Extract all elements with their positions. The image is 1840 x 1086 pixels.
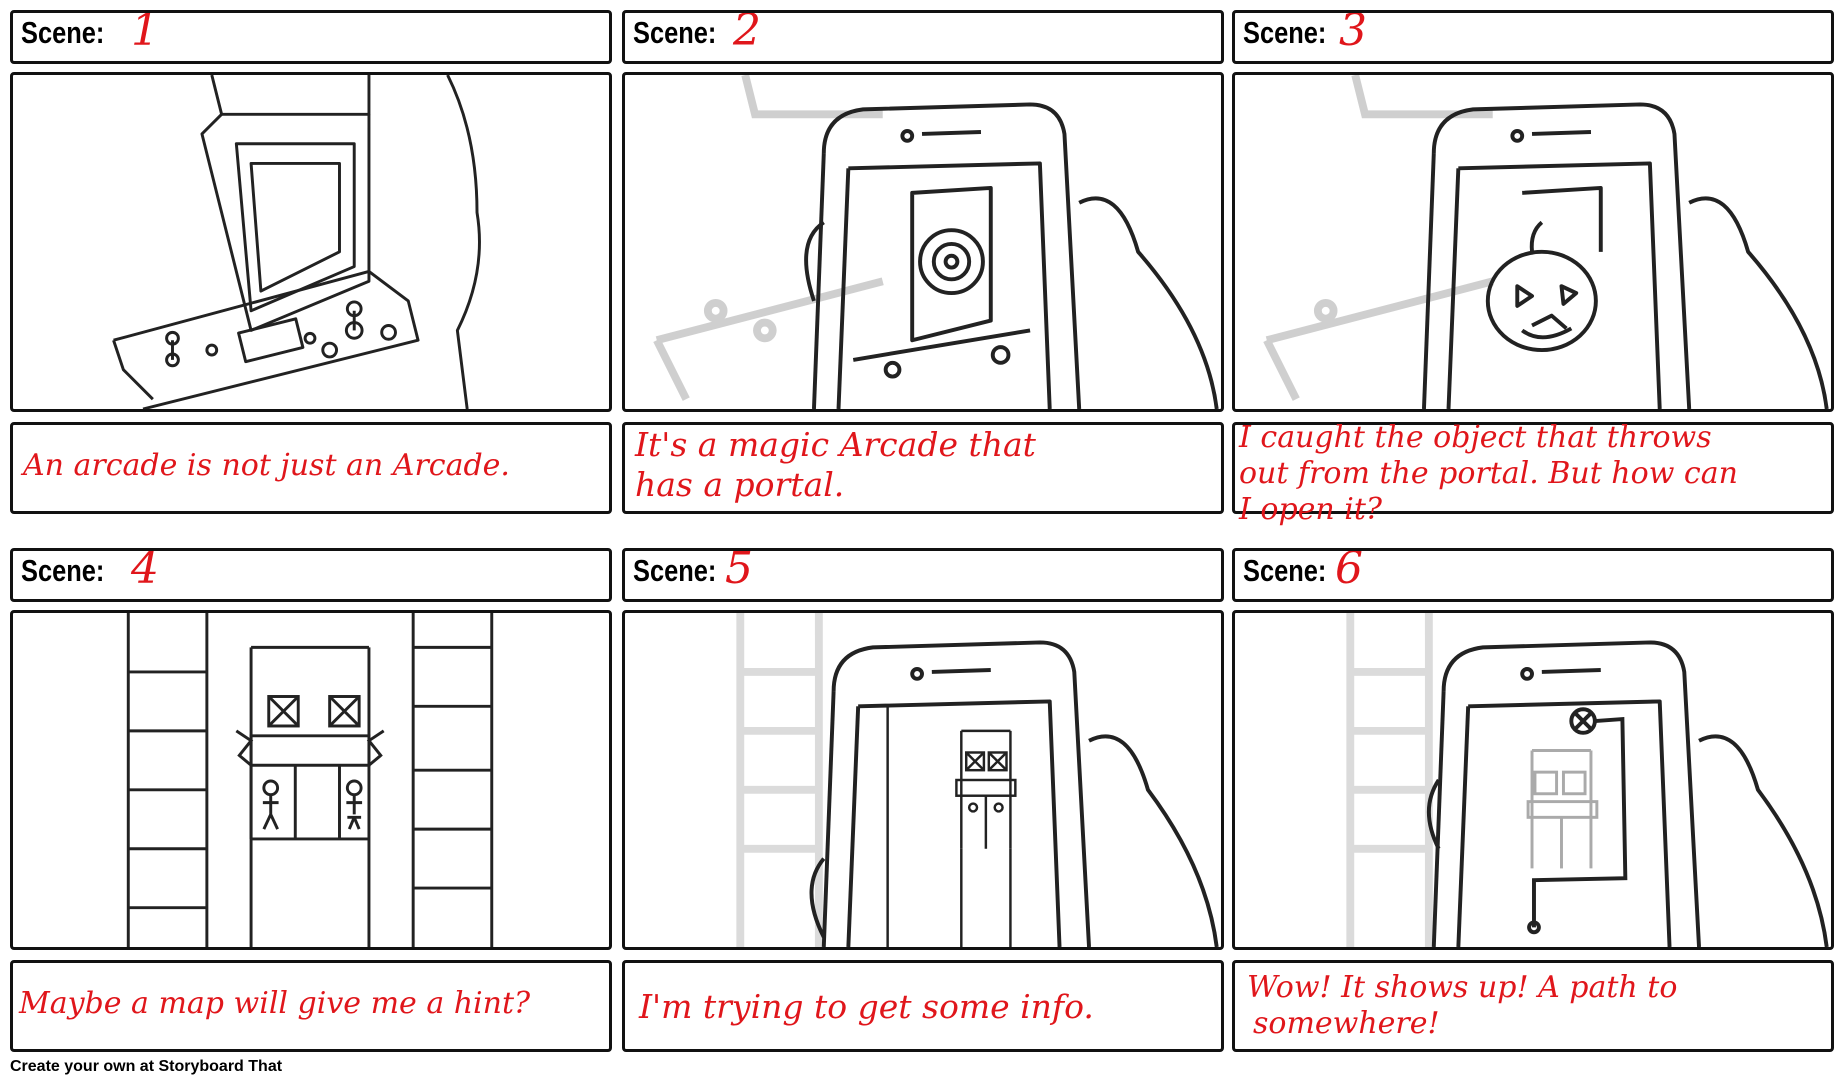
- scene-label: Scene:: [21, 15, 105, 50]
- map-sketch: [126, 613, 494, 947]
- scene-label: Scene:: [633, 15, 717, 50]
- scene-3-caption: I caught the object that throws out from…: [1232, 420, 1834, 526]
- scene-5-caption: I'm trying to get some info.: [622, 960, 1224, 1052]
- scene-5-header: Scene: 5: [622, 548, 1224, 602]
- scene-3-image: [1232, 72, 1834, 412]
- phone-with-pumpkin-sketch: [1263, 75, 1829, 409]
- scene-label: Scene:: [1243, 15, 1327, 50]
- scene-1-image: [10, 72, 612, 412]
- scene-5-image: [622, 610, 1224, 950]
- caption-line: I open it?: [1239, 492, 1382, 527]
- caption-line: somewhere!: [1253, 1006, 1440, 1041]
- scene-number: 5: [725, 548, 753, 594]
- scene-label: Scene:: [1243, 553, 1327, 588]
- scene-3-header: Scene: 3: [1232, 10, 1834, 64]
- caption-line: It's a magic Arcade that: [635, 425, 1036, 464]
- scene-number: 6: [1335, 548, 1363, 594]
- scene-label: Scene:: [633, 553, 717, 588]
- scene-number: 4: [131, 548, 159, 594]
- scene-6-caption: Wow! It shows up! A path to somewhere!: [1232, 960, 1834, 1052]
- caption-line: Maybe a map will give me a hint?: [19, 986, 531, 1021]
- arcade-cabinet-sketch: [112, 75, 481, 409]
- scene-4-header: Scene: 4: [10, 548, 612, 602]
- phone-map-with-path-sketch: [1346, 613, 1829, 947]
- footer-credit[interactable]: Create your own at Storyboard That: [10, 1058, 282, 1076]
- caption-line: An arcade is not just an Arcade.: [23, 448, 510, 483]
- phone-viewing-arcade-sketch: [653, 75, 1219, 409]
- scene-number: 2: [733, 10, 761, 56]
- phone-viewing-map-sketch: [736, 613, 1219, 947]
- caption-line: out from the portal. But how can: [1239, 456, 1738, 491]
- scene-4-caption: Maybe a map will give me a hint?: [10, 960, 612, 1052]
- scene-6-header: Scene: 6: [1232, 548, 1834, 602]
- scene-2-header: Scene: 2: [622, 10, 1224, 64]
- caption-line: has a portal.: [635, 465, 845, 504]
- caption-line: I'm trying to get some info.: [639, 987, 1094, 1026]
- scene-1-header: Scene: 1: [10, 10, 612, 64]
- scene-label: Scene:: [21, 553, 105, 588]
- scene-4-image: [10, 610, 612, 950]
- caption-line: I caught the object that throws: [1239, 420, 1712, 455]
- scene-2-image: [622, 72, 1224, 412]
- scene-1-caption: An arcade is not just an Arcade.: [10, 422, 612, 514]
- scene-number: 3: [1339, 10, 1367, 56]
- caption-line: Wow! It shows up! A path to: [1247, 970, 1678, 1005]
- scene-2-caption: It's a magic Arcade that has a portal.: [622, 422, 1224, 514]
- scene-number: 1: [131, 10, 159, 56]
- scene-6-image: [1232, 610, 1834, 950]
